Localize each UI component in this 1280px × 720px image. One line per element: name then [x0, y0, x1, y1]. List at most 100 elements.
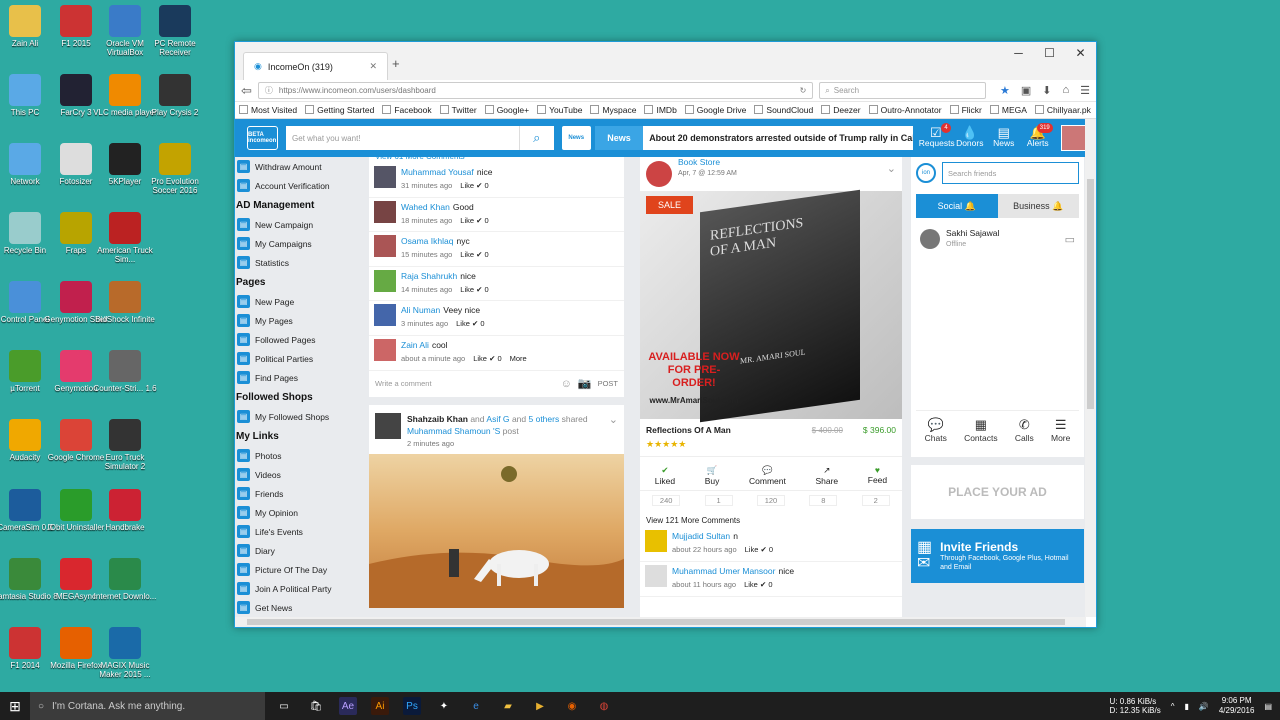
chevron-down-icon[interactable]: ⌄ — [887, 162, 896, 175]
ad-placeholder[interactable]: PLACE YOUR AD — [911, 465, 1084, 519]
post-author-avatar[interactable] — [375, 412, 401, 439]
sidebar-item[interactable]: ▤ Diary — [236, 541, 367, 560]
commenter-avatar[interactable] — [645, 565, 667, 587]
commenter-name[interactable]: Osama Ikhlaq — [401, 236, 453, 246]
header-nav-requests[interactable]: ☑ Requests 4 — [919, 123, 955, 148]
volume-icon[interactable]: 🔊 — [1199, 702, 1209, 711]
friend-row[interactable]: Sakhi Sajawal Offline ▭ — [916, 218, 1079, 260]
desktop-icon[interactable]: American Truck Sim... — [92, 209, 158, 264]
commenter-name[interactable]: Muhammad Yousaf — [401, 167, 474, 177]
bookmark-item[interactable]: Twitter — [440, 105, 477, 115]
vertical-scrollbar[interactable] — [1085, 119, 1096, 617]
store-action-buy[interactable]: 🛒 Buy — [705, 465, 720, 486]
after-effects-icon[interactable]: Ae — [339, 697, 357, 715]
view-more-store-comments[interactable]: View 121 More Comments — [640, 510, 902, 527]
bookmark-item[interactable]: YouTube — [537, 105, 582, 115]
home-icon[interactable]: ⌂ — [1062, 84, 1069, 97]
sidebar-item[interactable]: ▤ Picture Of The Day — [236, 560, 367, 579]
commenter-name[interactable]: Mujjadid Sultan — [672, 531, 730, 541]
avatar[interactable] — [1060, 125, 1086, 151]
new-tab-button[interactable]: + — [392, 56, 400, 71]
like-button[interactable]: Like ✔ 0 — [456, 319, 484, 328]
firefox-icon[interactable]: ◉ — [563, 697, 581, 715]
sidebar-item[interactable]: ▤ Account Verification — [236, 176, 367, 195]
browser-search-input[interactable]: ⌕ Search — [819, 82, 986, 99]
commenter-avatar[interactable] — [374, 338, 396, 361]
commenter-name[interactable]: Zain Ali — [401, 340, 429, 350]
commenter-avatar[interactable] — [645, 530, 667, 552]
desktop-icon[interactable]: Pro Evolution Soccer 2016 — [142, 140, 208, 195]
illustrator-icon[interactable]: Ai — [371, 697, 389, 715]
like-button[interactable]: Like ✔ 0 — [460, 285, 488, 294]
like-button[interactable]: Like ✔ 0 — [473, 354, 501, 363]
bookmark-item[interactable]: Google Drive — [685, 105, 747, 115]
sidebar-item[interactable]: ▤ Photos — [236, 446, 367, 465]
invite-friends-banner[interactable]: ▦ ✉ Invite Friends Through Facebook, Goog… — [911, 529, 1084, 583]
store-action-feed[interactable]: ♥ Feed — [868, 465, 887, 486]
sidebar-item[interactable]: ▤ New Page — [236, 292, 367, 311]
commenter-avatar[interactable] — [374, 166, 396, 188]
chrome-icon[interactable]: ◍ — [595, 697, 613, 715]
header-nav-news[interactable]: ▤ News — [987, 126, 1021, 148]
news-logo-icon[interactable]: News — [561, 126, 591, 150]
book-image[interactable]: SALE REFLECTIONS OF A MAN MR. AMARI SOUL… — [640, 189, 902, 423]
sidebar-item[interactable]: ▤ Get News — [236, 598, 367, 617]
photoshop-icon[interactable]: Ps — [403, 697, 421, 715]
bookmark-item[interactable]: IMDb — [644, 105, 676, 115]
back-icon[interactable]: ⇦ — [241, 83, 252, 99]
emoji-icon[interactable]: ☺ — [561, 378, 572, 390]
bookmark-item[interactable]: Most Visited — [239, 105, 297, 115]
desktop-icon[interactable]: Handbrake — [92, 486, 158, 532]
library-icon[interactable]: ▣ — [1021, 84, 1031, 97]
chat-nav-more[interactable]: ☰ More — [1051, 417, 1070, 443]
media-player-icon[interactable]: ▶ — [531, 697, 549, 715]
like-button[interactable]: Like ✔ 0 — [744, 580, 772, 589]
post-author[interactable]: Shahzaib Khan — [407, 414, 468, 424]
menu-icon[interactable]: ☰ — [1080, 84, 1090, 97]
commenter-name[interactable]: Muhammad Umer Mansoor — [672, 566, 775, 576]
commenter-name[interactable]: Raja Shahrukh — [401, 271, 457, 281]
browser-tab[interactable]: ◉ IncomeOn (319) ✕ — [243, 52, 388, 80]
notification-icon[interactable]: ▤ — [1264, 702, 1272, 711]
store-action-comment[interactable]: 💬 Comment — [749, 465, 786, 486]
url-bar[interactable]: ⓘ https://www.incomeon.com/users/dashboa… — [257, 82, 814, 99]
desktop-icon[interactable]: PC Remote Receiver — [142, 2, 208, 57]
task-view-icon[interactable]: ▭ — [275, 697, 293, 715]
commenter-avatar[interactable] — [374, 235, 396, 258]
store-action-share[interactable]: ↗ Share — [815, 465, 838, 486]
friend-search-input[interactable]: Search friends — [942, 162, 1079, 184]
more-link[interactable]: More — [510, 354, 527, 363]
chevron-down-icon[interactable]: ⌄ — [609, 413, 618, 450]
sidebar-item[interactable]: ▤ My Campaigns — [236, 234, 367, 253]
bookmark-item[interactable]: Myspace — [590, 105, 636, 115]
sidebar-item[interactable]: ▤ My Followed Shops — [236, 407, 367, 426]
like-button[interactable]: Like ✔ 0 — [745, 545, 773, 554]
post-comment-button[interactable]: POST — [598, 379, 618, 388]
write-comment-input[interactable]: Write a comment ☺ 📷 POST — [369, 371, 624, 397]
tab-social[interactable]: Social 🔔 — [916, 194, 998, 218]
desktop-icon[interactable]: BioShock Infinite — [92, 278, 158, 324]
bookmark-item[interactable]: Outro-Annotator — [869, 105, 942, 115]
edge-icon[interactable]: e — [467, 697, 485, 715]
product-title[interactable]: Reflections Of A Man — [646, 425, 731, 435]
sidebar-item[interactable]: ▤ Statistics — [236, 253, 367, 272]
post-image[interactable] — [369, 453, 624, 608]
site-logo[interactable]: BETA incomeon — [247, 126, 279, 150]
horizontal-scrollbar[interactable] — [235, 617, 1086, 627]
sidebar-item[interactable]: ▤ My Opinion — [236, 503, 367, 522]
desktop-icon[interactable]: Euro Truck Simulator 2 — [92, 416, 158, 471]
post-target[interactable]: Muhammad Shamoun 'S — [407, 426, 500, 436]
bookmark-item[interactable]: Getting Started — [305, 105, 374, 115]
clock[interactable]: 9:06 PM 4/29/2016 — [1219, 696, 1255, 716]
commenter-avatar[interactable] — [374, 269, 396, 292]
close-button[interactable]: ✕ — [1065, 42, 1096, 64]
header-nav-donors[interactable]: 💧 Donors — [953, 126, 987, 148]
bookmark-item[interactable]: MEGA — [990, 105, 1027, 115]
file-explorer-icon[interactable]: ▰ — [499, 697, 517, 715]
store-name[interactable]: Book Store — [678, 157, 737, 168]
sidebar-item[interactable]: ▤ Followed Pages — [236, 330, 367, 349]
bookmark-item[interactable]: Deezer — [821, 105, 860, 115]
post-others[interactable]: 5 others — [529, 414, 560, 424]
network-icon[interactable]: ▮ — [1184, 702, 1188, 711]
camera-icon[interactable]: 📷 — [578, 377, 592, 390]
